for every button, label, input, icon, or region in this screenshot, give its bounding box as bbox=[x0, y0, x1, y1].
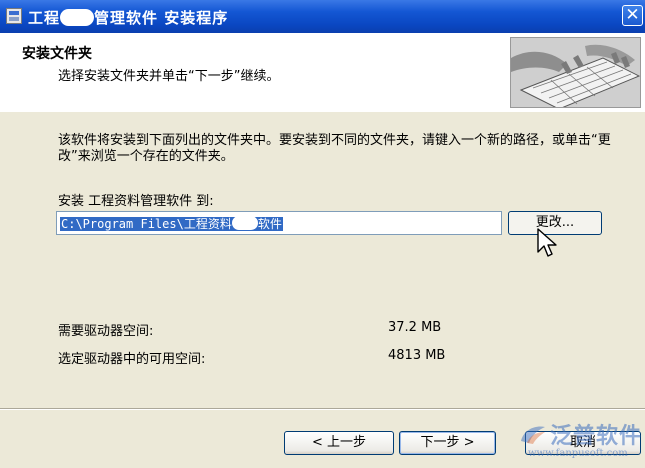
space-available-value: 4813 MB bbox=[388, 348, 446, 363]
instructions-text: 该软件将安装到下面列出的文件夹中。要安装到不同的文件夹，请键入一个新的路径，或单… bbox=[58, 133, 611, 164]
page-subtitle: 选择安装文件夹并单击“下一步”继续。 bbox=[58, 69, 280, 84]
space-required-value: 37.2 MB bbox=[388, 320, 442, 335]
cancel-button[interactable]: 取消 bbox=[525, 431, 641, 455]
install-path-value: C:\Program Files\工程资料 软件 bbox=[60, 216, 283, 231]
install-path-prefix: C:\Program Files\工程资料 bbox=[61, 217, 232, 231]
redacted-mark bbox=[231, 216, 258, 230]
title-bar[interactable]: 工程 管理软件 安装程序 ✕ bbox=[0, 0, 645, 33]
keyboard-banner-image bbox=[510, 37, 641, 108]
redacted-mark bbox=[60, 9, 95, 26]
window-title-prefix: 工程 bbox=[28, 9, 61, 27]
install-location-label: 安装 工程资料管理软件 到: bbox=[58, 194, 214, 209]
back-button[interactable]: < 上一步 bbox=[284, 431, 394, 455]
install-path-field[interactable]: C:\Program Files\工程资料 软件 bbox=[56, 211, 502, 235]
window-title-suffix: 管理软件 安装程序 bbox=[94, 9, 229, 27]
next-button[interactable]: 下一步 > bbox=[399, 431, 496, 455]
space-required-label: 需要驱动器空间: bbox=[58, 324, 154, 339]
header-panel: 安装文件夹 选择安装文件夹并单击“下一步”继续。 bbox=[0, 33, 645, 112]
footer-divider-highlight bbox=[0, 409, 645, 410]
close-icon[interactable]: ✕ bbox=[622, 5, 643, 26]
mouse-cursor-icon bbox=[537, 228, 557, 257]
page-title: 安装文件夹 bbox=[22, 46, 92, 62]
window-title: 工程 管理软件 安装程序 bbox=[28, 7, 228, 28]
install-path-suffix: 软件 bbox=[257, 217, 282, 231]
header-divider bbox=[0, 111, 645, 112]
installer-icon bbox=[6, 8, 22, 24]
space-available-label: 选定驱动器中的可用空间: bbox=[58, 352, 206, 367]
